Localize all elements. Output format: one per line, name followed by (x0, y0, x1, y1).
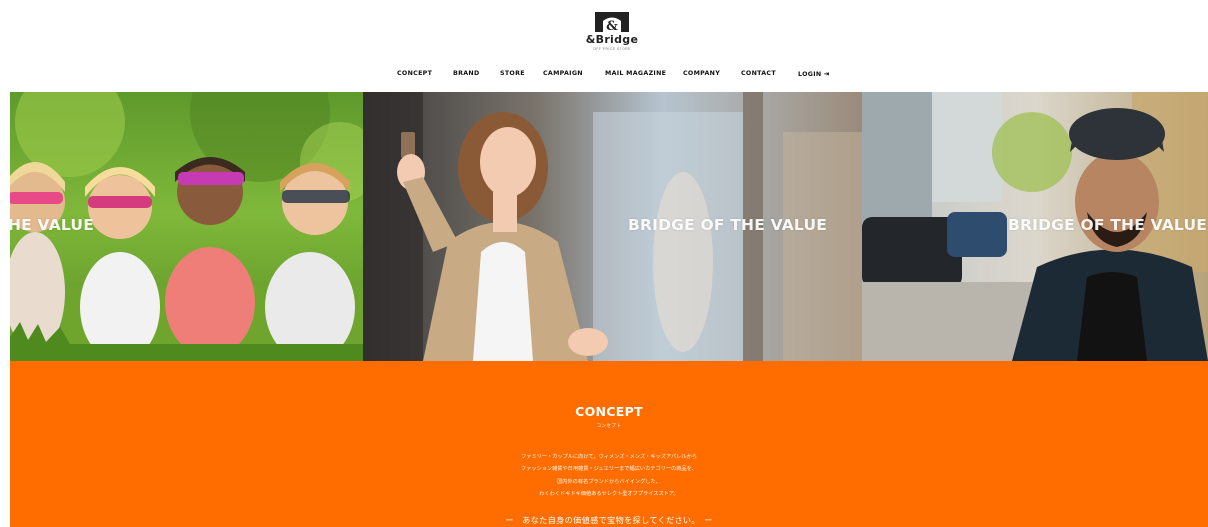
concept-section: CONCEPT コンセプト ファミリー・カップルに向けて、ウィメンズ・メンズ・キ… (10, 361, 1208, 527)
hero-slide-man[interactable]: BRIDGE OF THE VALUE (862, 92, 1208, 361)
nav-concept[interactable]: CONCEPT (397, 68, 432, 80)
hero-slider[interactable]: HE VALUE BRIDGE OF THE VALUE BRIDGE OF T… (10, 92, 1208, 361)
nav-login-label: LOGIN (798, 71, 822, 78)
concept-subtitle: コンセプト (596, 423, 622, 428)
brand-subtitle: OFF PRICE STORE (593, 47, 631, 51)
nav-contact[interactable]: CONTACT (741, 68, 776, 80)
nav-company[interactable]: COMPANY (683, 68, 720, 80)
bridge-logo-icon: & (595, 12, 629, 32)
concept-text-line: 国内外の有名ブランドからバイイングした、 (557, 479, 661, 485)
slide-caption: BRIDGE OF THE VALUE (628, 216, 828, 234)
slide-caption: HE VALUE (10, 216, 94, 234)
nav-store[interactable]: STORE (500, 68, 525, 80)
concept-text-line: ファミリー・カップルに向けて、ウィメンズ・メンズ・キッズアパレルから (521, 454, 697, 460)
svg-text:&: & (606, 19, 618, 32)
concept-text-line: ファッション雑貨や日用雑貨・ジュエリーまで幅広いカテゴリーの商品を、 (520, 466, 697, 472)
concept-title: CONCEPT (575, 404, 643, 419)
hero-slide-woman[interactable]: BRIDGE OF THE VALUE (363, 92, 862, 361)
hero-slide-kids[interactable]: HE VALUE (10, 92, 363, 361)
brand-logo[interactable]: & &Bridge OFF PRICE STORE (580, 12, 644, 60)
main-nav: CONCEPT BRAND STORE CAMPAIGN MAIL MAGAZI… (0, 68, 1208, 82)
concept-text-line: わくわくドキドキ価値あるセレクト型オフプライスストア。 (539, 491, 679, 497)
nav-login[interactable]: LOGIN ⇥ (798, 68, 830, 81)
login-arrow-icon: ⇥ (823, 70, 830, 78)
concept-tagline: ー あなた自身の価値感で宝物を探してください。 ー (505, 516, 713, 525)
nav-campaign[interactable]: CAMPAIGN (543, 68, 583, 80)
slide-caption: BRIDGE OF THE VALUE (1008, 216, 1208, 234)
site-header: & &Bridge OFF PRICE STORE CONCEPT BRAND … (0, 0, 1208, 92)
brand-name: &Bridge (585, 33, 639, 46)
nav-mail-magazine[interactable]: MAIL MAGAZINE (605, 68, 666, 80)
nav-brand[interactable]: BRAND (453, 68, 480, 80)
